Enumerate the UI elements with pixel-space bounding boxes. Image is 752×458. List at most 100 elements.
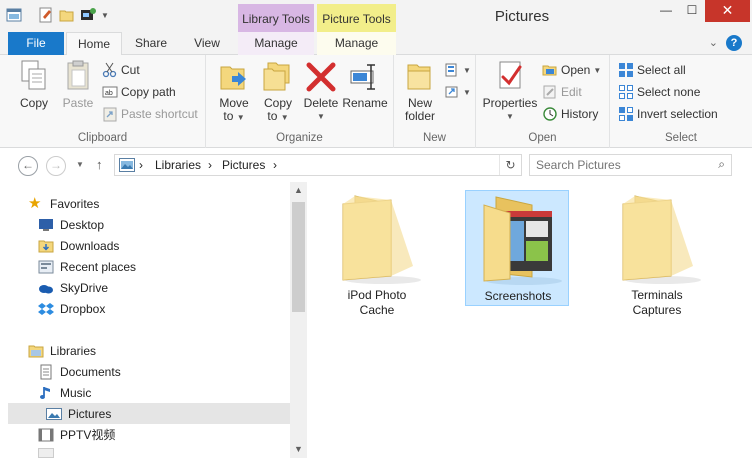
breadcrumb-separator-icon[interactable]: › xyxy=(273,158,277,172)
select-none-button[interactable]: Select none xyxy=(618,83,700,101)
organize-group: Move to ▼ Copy to ▼ Delete ▼ Rename Orga… xyxy=(206,55,394,148)
move-to-icon xyxy=(220,66,246,90)
properties-button[interactable]: Properties ▼ xyxy=(482,59,538,123)
tab-file[interactable]: File xyxy=(8,32,64,55)
breadcrumb-separator-icon[interactable]: › xyxy=(139,158,143,172)
forward-button[interactable]: → xyxy=(46,156,66,176)
properties-icon[interactable] xyxy=(38,7,54,23)
search-input[interactable] xyxy=(536,157,706,173)
folder-item-ipod-photo-cache[interactable]: iPod Photo Cache xyxy=(325,190,429,317)
nav-item-desktop[interactable]: Desktop xyxy=(0,214,290,235)
move-to-button[interactable]: Move to ▼ xyxy=(212,59,256,124)
folder-label-line2: Captures xyxy=(632,303,682,317)
history-button[interactable]: History xyxy=(542,105,598,123)
scroll-down-icon[interactable]: ▼ xyxy=(290,441,307,458)
easy-access-icon xyxy=(445,86,458,98)
nav-item-pptv[interactable]: PPTV视频 xyxy=(0,424,290,445)
paste-shortcut-button[interactable]: Paste shortcut xyxy=(102,105,198,123)
rename-icon[interactable] xyxy=(80,7,96,23)
move-to-dropdown-icon: ▼ xyxy=(236,113,245,122)
scroll-thumb[interactable] xyxy=(292,202,305,312)
nav-scrollbar[interactable]: ▲ ▼ xyxy=(290,182,307,458)
folder-label-line1: iPod Photo xyxy=(347,288,407,302)
library-tools-header: Library Tools xyxy=(238,4,314,32)
select-none-icon xyxy=(619,85,633,99)
edit-button[interactable]: Edit xyxy=(542,83,582,101)
nav-favorites-label: Favorites xyxy=(50,196,100,211)
up-arrow-icon[interactable]: ↑ xyxy=(96,157,103,172)
maximize-button[interactable]: ☐ xyxy=(679,0,705,22)
recent-locations-chevron-icon[interactable]: ▼ xyxy=(76,160,84,169)
ribbon: Copy Paste Cut ab Copy path Paste shortc… xyxy=(0,55,752,148)
new-item-button[interactable]: ▼ xyxy=(444,61,471,79)
search-box[interactable]: ⌕ xyxy=(529,154,732,176)
properties-icon xyxy=(499,61,522,89)
quick-access-toolbar: ▼ xyxy=(6,7,109,23)
folder-label-line1: Screenshots xyxy=(484,289,552,303)
copy-button[interactable]: Copy xyxy=(14,59,54,110)
tab-manage-picture[interactable]: Manage xyxy=(317,32,396,55)
tab-home[interactable]: Home xyxy=(66,32,122,56)
invert-selection-button[interactable]: Invert selection xyxy=(618,105,718,123)
open-button[interactable]: Open ▼ xyxy=(542,61,601,79)
select-all-icon xyxy=(619,63,633,77)
breadcrumb-separator-icon[interactable]: › xyxy=(208,158,212,172)
folder-icon xyxy=(342,195,421,284)
copy-path-button[interactable]: ab Copy path xyxy=(102,83,176,101)
new-item-dropdown-icon: ▼ xyxy=(463,65,471,75)
nav-item-label: PPTV视频 xyxy=(60,428,116,442)
picture-tools-header: Picture Tools xyxy=(317,4,396,32)
copy-to-label-line2: to xyxy=(267,109,278,123)
minimize-button[interactable]: — xyxy=(653,0,679,22)
copy-to-button[interactable]: Copy to ▼ xyxy=(256,59,300,124)
nav-item-label: Pictures xyxy=(68,406,112,421)
nav-item-documents[interactable]: Documents xyxy=(0,361,290,382)
easy-access-dropdown-icon: ▼ xyxy=(463,87,471,97)
nav-libraries[interactable]: Libraries xyxy=(0,340,290,361)
customize-toolbar-chevron-icon[interactable]: ▼ xyxy=(101,11,109,20)
tab-manage-library[interactable]: Manage xyxy=(238,32,314,55)
folder-label-line1: Terminals xyxy=(631,288,683,302)
new-folder-icon[interactable] xyxy=(59,7,75,23)
nav-favorites[interactable]: ★ Favorites xyxy=(0,193,290,214)
nav-item-label: Music xyxy=(60,385,92,400)
breadcrumb-pictures[interactable]: Pictures xyxy=(222,158,265,172)
new-folder-button[interactable]: New folder xyxy=(398,59,442,123)
nav-item-dropbox[interactable]: Dropbox xyxy=(0,298,290,319)
explorer-window-icon[interactable] xyxy=(6,7,22,23)
nav-item-recent-places[interactable]: Recent places xyxy=(0,256,290,277)
scroll-up-icon[interactable]: ▲ xyxy=(290,182,307,199)
paste-button[interactable]: Paste xyxy=(58,59,98,110)
copy-icon xyxy=(21,60,46,90)
help-icon[interactable]: ? xyxy=(726,35,742,51)
close-button[interactable]: ✕ xyxy=(705,0,750,22)
rename-button[interactable]: Rename xyxy=(342,59,388,110)
video-icon xyxy=(38,428,54,441)
address-bar[interactable]: › Libraries › Pictures › ↻ xyxy=(114,154,522,176)
new-item-icon xyxy=(445,63,457,77)
address-row: ← → ▼ ↑ › Libraries › Pictures › ↻ ⌕ xyxy=(0,148,752,182)
cut-button[interactable]: Cut xyxy=(102,61,140,79)
nav-item-pictures[interactable]: Pictures xyxy=(8,403,290,424)
nav-item-music[interactable]: Music xyxy=(0,382,290,403)
tab-view[interactable]: View xyxy=(182,32,232,55)
breadcrumb-libraries[interactable]: Libraries xyxy=(155,158,201,172)
search-icon[interactable]: ⌕ xyxy=(718,157,725,172)
nav-item-downloads[interactable]: Downloads xyxy=(0,235,290,256)
folder-item-terminals-captures[interactable]: Terminals Captures xyxy=(605,190,709,317)
documents-icon xyxy=(40,364,52,379)
refresh-button[interactable]: ↻ xyxy=(499,155,521,175)
expand-ribbon-icon[interactable]: ⌄ xyxy=(709,36,718,49)
select-all-label: Select all xyxy=(637,63,686,77)
nav-item-skydrive[interactable]: SkyDrive xyxy=(0,277,290,298)
select-all-button[interactable]: Select all xyxy=(618,61,686,79)
back-button[interactable]: ← xyxy=(18,156,38,176)
delete-button[interactable]: Delete ▼ xyxy=(302,59,340,123)
folder-item-screenshots[interactable]: Screenshots xyxy=(465,190,569,306)
clipboard-icon xyxy=(67,60,89,90)
tab-share[interactable]: Share xyxy=(126,32,176,55)
easy-access-button[interactable]: ▼ xyxy=(444,83,471,101)
dropbox-icon xyxy=(38,302,54,315)
nav-item-label: Documents xyxy=(60,364,121,379)
cut-label: Cut xyxy=(121,63,140,77)
